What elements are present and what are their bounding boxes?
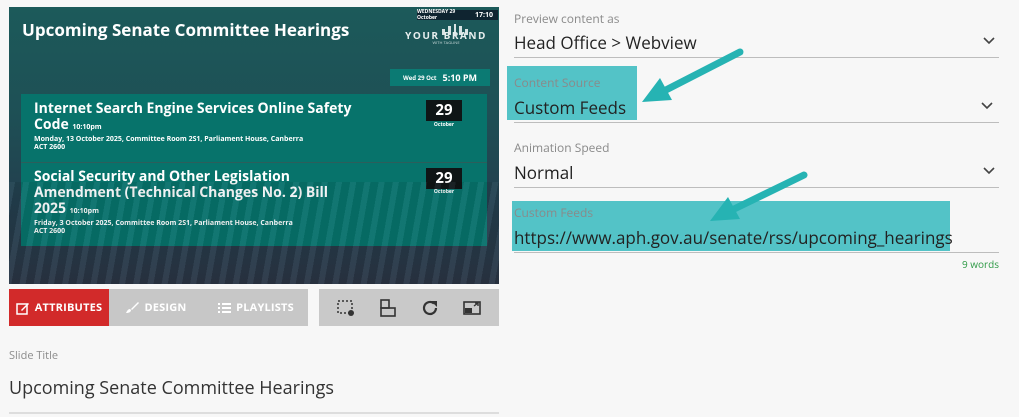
event-details: ACT 2600 (34, 227, 66, 236)
preview-date-badge: Wed 29 Oct 5:10 PM (390, 69, 490, 86)
chevron-down-icon[interactable] (981, 102, 993, 110)
tab-label: PLAYLISTS (236, 300, 294, 315)
annotation-arrow-icon (710, 171, 808, 221)
event-month: October (433, 189, 455, 195)
field-underline (514, 122, 999, 123)
layers-button[interactable] (376, 296, 400, 320)
event-time: 10:10pm (72, 123, 102, 132)
tab-attributes[interactable]: ATTRIBUTES (9, 289, 109, 326)
events-divider (21, 162, 487, 163)
event-title-line: Social Security and Other Legislation (34, 167, 291, 186)
event-title-line: Internet Search Engine Services Online S… (34, 99, 352, 118)
event-item: Social Security and Other Legislation Am… (34, 169, 394, 236)
event-details: ACT 2600 (34, 143, 66, 152)
animation-speed-label: Animation Speed (514, 139, 610, 156)
animation-speed-select[interactable]: Normal (514, 161, 573, 184)
chevron-down-icon[interactable] (983, 37, 995, 45)
event-title-line: Code 10:10pm (34, 117, 394, 136)
layers-icon (380, 298, 396, 317)
tab-design[interactable]: DESIGN (109, 289, 204, 326)
word-count: 9 words (961, 257, 999, 271)
annotation-arrow-icon (642, 48, 744, 102)
slide-preview: Upcoming Senate Committee Hearings WEDNE… (9, 7, 499, 284)
event-details: Monday, 13 October 2025, Committee Room … (34, 135, 304, 144)
event-day-badge: 29 (426, 100, 462, 121)
event-item: Internet Search Engine Services Online S… (34, 101, 394, 152)
event-details: Friday, 3 October 2025, Committee Room 2… (34, 219, 293, 228)
tab-label: DESIGN (144, 300, 187, 315)
screen-resize-button[interactable] (460, 296, 484, 320)
list-icon (218, 302, 232, 313)
preview-title: Upcoming Senate Committee Hearings (22, 18, 350, 41)
event-day-badge: 29 (426, 168, 462, 189)
preview-content-label: Preview content as (514, 10, 620, 27)
event-time: 10:10pm (69, 207, 99, 216)
refresh-button[interactable] (418, 296, 442, 320)
custom-feeds-input[interactable]: https://www.aph.gov.au/senate/rss/upcomi… (514, 226, 953, 249)
content-source-label: Content Source (514, 74, 601, 91)
tab-label: ATTRIBUTES (34, 300, 103, 315)
slide-title-input[interactable]: Upcoming Senate Committee Hearings (9, 376, 334, 400)
crop-settings-icon (337, 299, 354, 316)
preview-topbar: WEDNESDAY 29 October 17:10 (417, 9, 498, 21)
event-month: October (433, 122, 455, 128)
slide-title-underline (9, 412, 499, 414)
chevron-down-icon[interactable] (983, 167, 995, 175)
brand-name: YOUR BRAND (405, 28, 487, 42)
field-underline (514, 252, 999, 253)
preview-toolbar (319, 289, 499, 326)
brand-tagline: WITH TAGLINE (432, 41, 460, 46)
screen-resize-icon (463, 300, 481, 315)
refresh-icon (422, 300, 438, 315)
current-date: Wed 29 Oct (402, 73, 437, 82)
event-title-end: 2025 (34, 199, 67, 218)
topbar-time: 17:10 (474, 10, 493, 20)
topbar-date: WEDNESDAY 29 October (417, 9, 456, 21)
slide-title-label: Slide Title (9, 348, 59, 363)
event-title-line: Amendment (Technical Changes No. 2) Bill (34, 183, 329, 202)
current-time: 5:10 PM (442, 71, 478, 84)
tab-playlists[interactable]: PLAYLISTS (204, 289, 308, 326)
crop-settings-button[interactable] (334, 296, 358, 320)
content-source-select[interactable]: Custom Feeds (514, 96, 626, 119)
brush-icon (126, 302, 140, 313)
custom-feeds-label: Custom Feeds (514, 204, 594, 221)
event-title-line: 2025 10:10pm (34, 201, 394, 220)
event-title-end: Code (34, 115, 69, 134)
edit-icon (15, 302, 29, 315)
